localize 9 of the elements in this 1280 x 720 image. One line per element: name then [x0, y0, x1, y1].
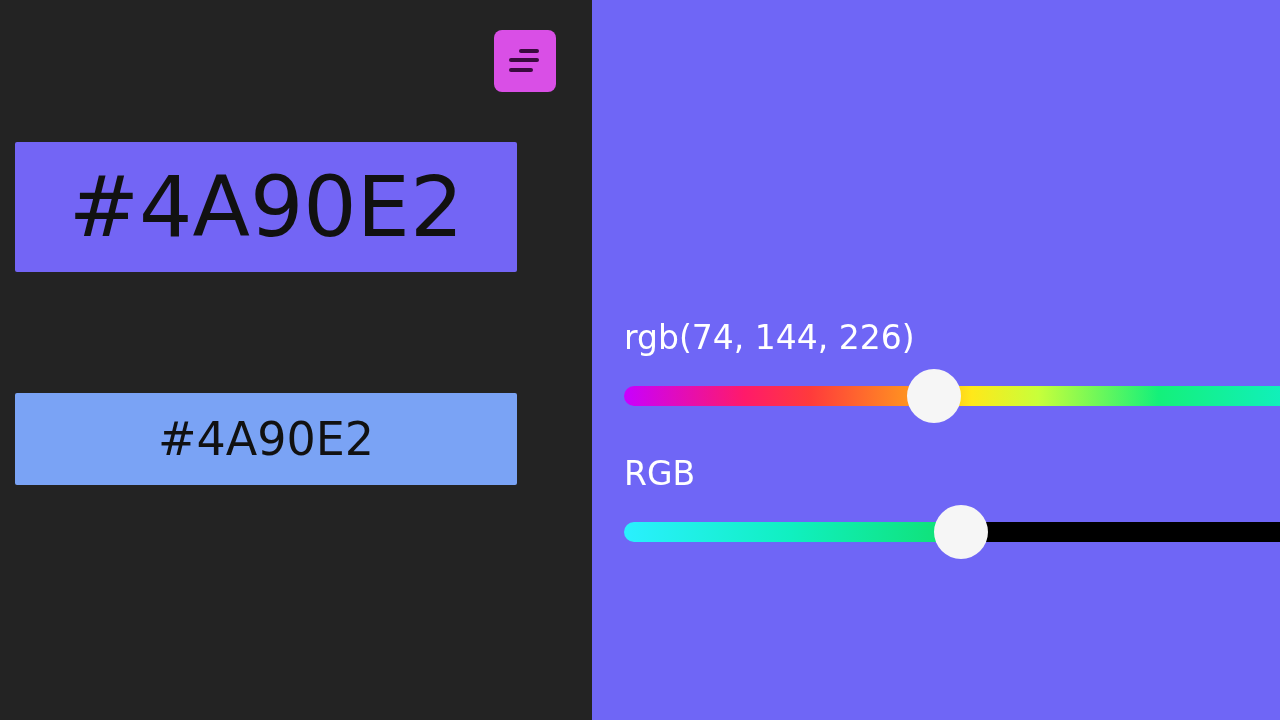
slider[interactable] — [624, 368, 1280, 424]
slider[interactable] — [624, 504, 1280, 560]
slider-label: RGB — [624, 454, 697, 495]
slider-label: rgb(74, 144, 226) — [624, 318, 916, 359]
slider-thumb[interactable] — [934, 505, 988, 559]
hex-input-field[interactable]: #4A90E2 — [15, 393, 517, 485]
hex-color-display: #4A90E2 — [15, 142, 517, 272]
slider-thumb[interactable] — [907, 369, 961, 423]
menu-button[interactable] — [494, 30, 556, 92]
